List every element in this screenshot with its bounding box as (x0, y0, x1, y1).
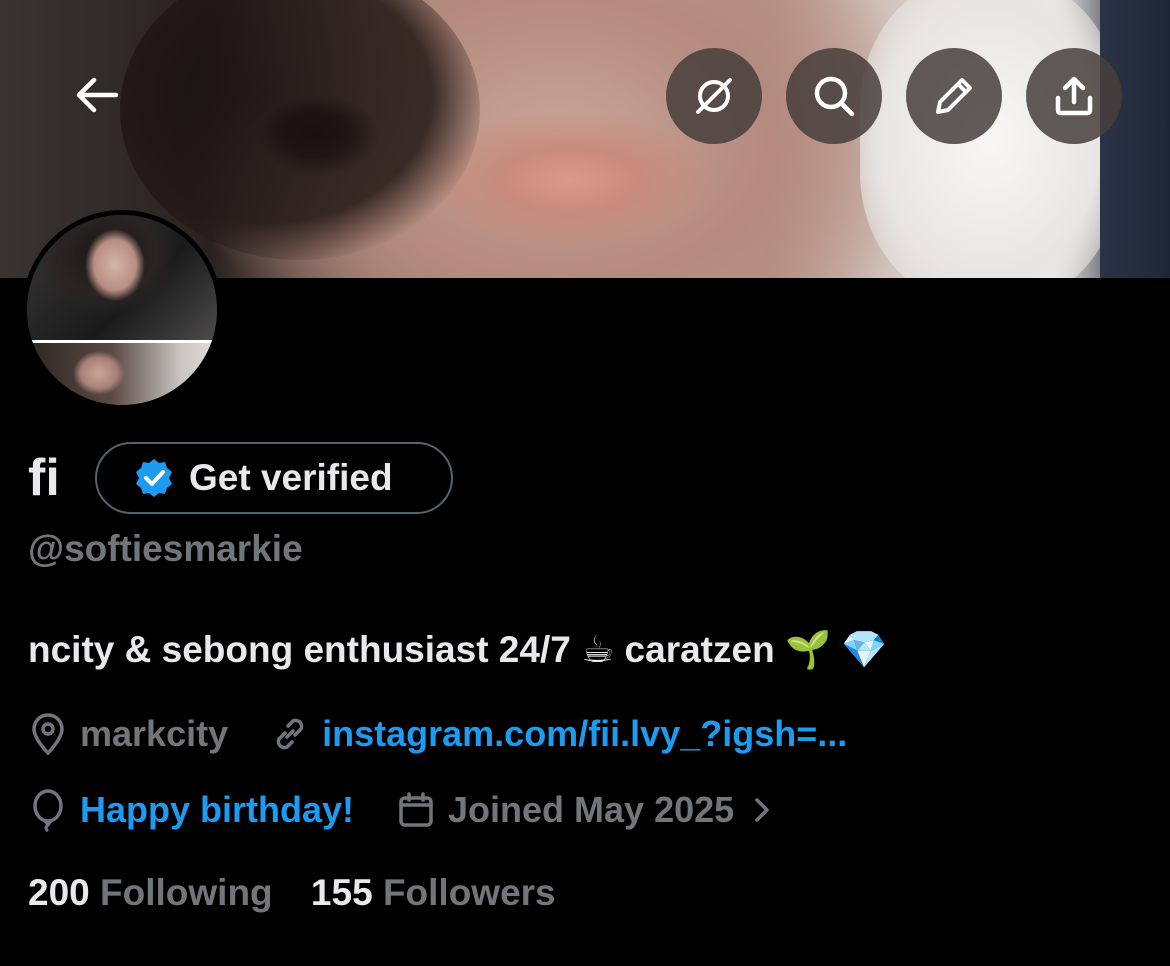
verified-badge-icon (136, 459, 172, 497)
location-text: markcity (80, 713, 229, 754)
birthday-text[interactable]: Happy birthday! (80, 789, 354, 831)
get-verified-label: Get verified (189, 457, 393, 498)
location-pin-icon (28, 712, 68, 756)
avatar-photo-bottom (27, 343, 217, 405)
link-icon (270, 714, 310, 754)
avatar[interactable] (22, 210, 222, 410)
arrow-left-icon (76, 77, 118, 113)
search-icon (814, 76, 855, 117)
chevron-right-icon[interactable] (752, 795, 772, 825)
display-name: fi (28, 449, 60, 507)
following-count: 200 (28, 872, 90, 913)
avatar-photo-top (27, 215, 217, 340)
followers-link[interactable]: 155 Followers (311, 872, 556, 913)
calendar-icon (396, 790, 436, 830)
grok-icon (696, 78, 732, 114)
avatar-photo (27, 215, 217, 405)
back-button[interactable] (56, 55, 136, 135)
follow-stats: 200 Following 155 Followers (28, 872, 556, 914)
username-handle: @softiesmarkie (28, 528, 303, 569)
profile-meta-row: Happy birthday! Joined May 2025 (28, 788, 772, 832)
joined-date: Joined May 2025 (448, 789, 735, 830)
profile-meta-row: markcity instagram.com/fii.lvy_?igsh=... (28, 712, 847, 756)
share-icon (1055, 76, 1093, 116)
search-button[interactable] (786, 48, 882, 144)
share-button[interactable] (1026, 48, 1122, 144)
following-link[interactable]: 200 Following (28, 872, 283, 913)
profile-bio: ncity & sebong enthusiast 24/7 ☕ caratze… (28, 629, 888, 670)
following-label: Following (100, 872, 273, 913)
followers-count: 155 (310, 872, 373, 913)
grok-button[interactable] (666, 48, 762, 144)
followers-label: Followers (382, 872, 556, 913)
edit-button[interactable] (906, 48, 1002, 144)
get-verified-button[interactable]: Get verified (95, 442, 453, 514)
balloon-icon (28, 788, 68, 832)
edit-icon (936, 78, 972, 114)
banner-photo-detail (1100, 0, 1170, 278)
website-link[interactable]: instagram.com/fii.lvy_?igsh=... (322, 713, 847, 755)
